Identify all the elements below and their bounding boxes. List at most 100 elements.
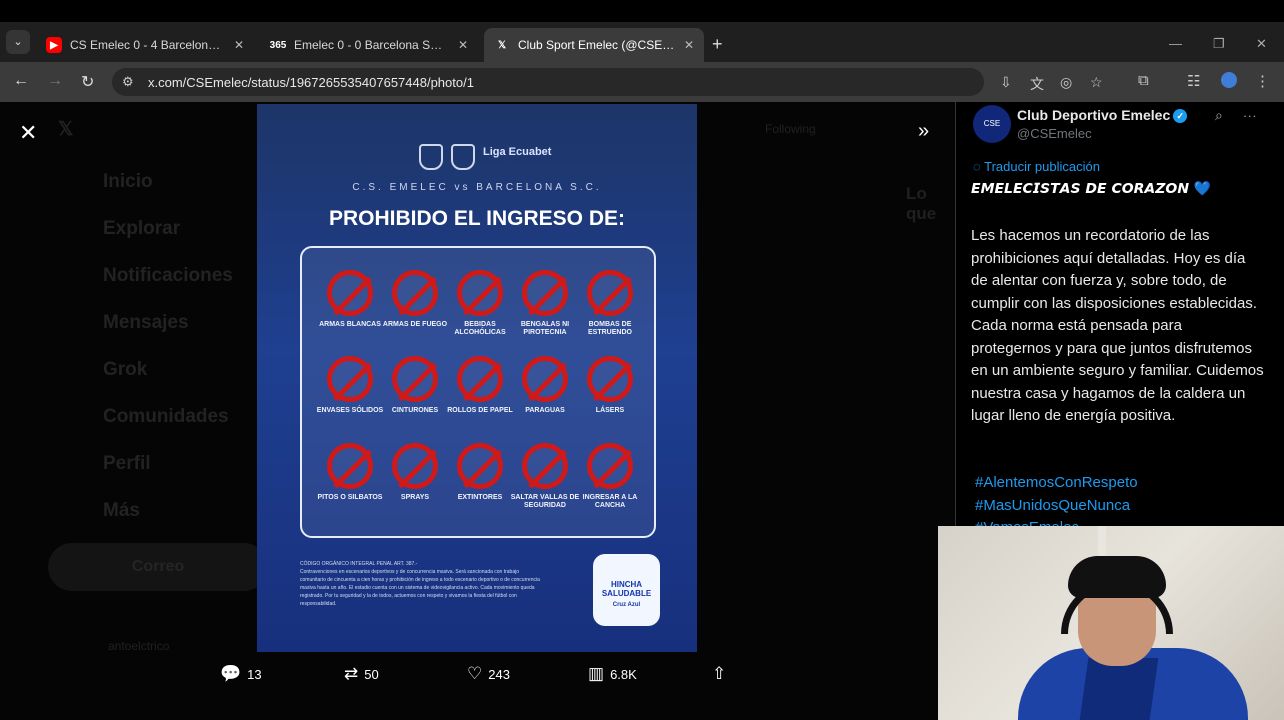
extinguisher-prohibited-icon xyxy=(457,443,503,489)
reading-list-icon[interactable]: ☷ xyxy=(1187,72,1200,90)
browser-window: ⌄ ▶ CS Emelec 0 - 4 Barcelona SC / ✕ 365… xyxy=(0,0,1284,720)
url-text: x.com/CSEmelec/status/196726553540765744… xyxy=(148,75,474,90)
nav-home: Inicio xyxy=(103,171,153,192)
jersey-stripe xyxy=(1079,658,1159,720)
liga-logo: Liga Ecuabet xyxy=(483,146,552,158)
restore-icon[interactable]: ❐ xyxy=(1213,36,1225,52)
address-bar[interactable]: ⚙ x.com/CSEmelec/status/1967265535407657… xyxy=(112,68,1103,96)
browser-menu-icon[interactable]: ⋮ xyxy=(1255,72,1270,90)
emelec-crest-icon xyxy=(419,144,443,170)
tab-search-button[interactable]: ⌄ xyxy=(6,30,30,54)
reload-icon[interactable]: ↻ xyxy=(81,72,94,92)
media-viewer: 𝕏 Inicio Explorar Notificaciones Mensaje… xyxy=(0,102,1284,720)
nav-communities: Comunidades xyxy=(103,406,229,427)
youtube-icon: ▶ xyxy=(46,37,62,53)
gun-prohibited-icon xyxy=(392,270,438,316)
close-tab-icon[interactable]: ✕ xyxy=(684,38,694,52)
extensions-icon[interactable]: ⧉ xyxy=(1138,72,1149,89)
prohibited-item: LÁSERS xyxy=(572,356,648,415)
legal-title: CÓDIGO ORGÁNICO INTEGRAL PENAL ART. 387.… xyxy=(300,561,418,567)
tab-scoreboard[interactable]: 365 Emelec 0 - 0 Barcelona SC (14/ ✕ xyxy=(260,28,478,62)
nav-more: Más xyxy=(103,500,140,521)
views-button[interactable]: ▥ 6.8K xyxy=(588,664,637,684)
blue-heart-emoji: 💙 xyxy=(1193,181,1212,197)
new-tab-plus-icon[interactable]: + xyxy=(712,34,723,55)
hashtag-link[interactable]: #AlentemosConRespeto xyxy=(975,472,1138,495)
site-info-icon[interactable]: ⚙ xyxy=(122,74,134,90)
minimize-icon[interactable]: — xyxy=(1169,36,1182,51)
translate-page-icon[interactable]: 文 xyxy=(1030,74,1044,94)
laser-prohibited-icon xyxy=(587,356,633,402)
tab-youtube[interactable]: ▶ CS Emelec 0 - 4 Barcelona SC / ✕ xyxy=(36,28,254,62)
container-prohibited-icon xyxy=(327,356,373,402)
fence-prohibited-icon xyxy=(522,443,568,489)
umbrella-prohibited-icon xyxy=(522,356,568,402)
reply-button[interactable]: 💬 13 xyxy=(220,664,262,684)
club-avatar[interactable]: CSE xyxy=(973,105,1011,143)
tab-x-post[interactable]: 𝕏 Club Sport Emelec (@CSEmelec ✕ xyxy=(484,28,704,62)
nav-grok: Grok xyxy=(103,359,148,380)
barcelona-crest-icon xyxy=(451,144,475,170)
poster-title: PROHIBIDO EL INGRESO DE: xyxy=(329,207,625,230)
tab-strip: ⌄ ▶ CS Emelec 0 - 4 Barcelona SC / ✕ 365… xyxy=(0,22,1284,62)
poster-legal-text: CÓDIGO ORGÁNICO INTEGRAL PENAL ART. 387.… xyxy=(300,560,545,608)
post-menu-icons[interactable]: ⌕ ⋯ xyxy=(1215,107,1265,124)
translate-post-link[interactable]: ◌ Traducir publicación xyxy=(973,159,1100,174)
verified-badge-icon: ✓ xyxy=(1173,109,1188,123)
post-actions: 💬 13 ⇄ 50 ♡ 243 ▥ 6.8K ⇧ xyxy=(220,664,740,692)
x-icon: 𝕏 xyxy=(497,39,507,51)
prohibited-item: INGRESAR A LA CANCHA xyxy=(572,443,648,510)
profile-avatar[interactable] xyxy=(1221,72,1237,88)
post-body: Les hacemos un recordatorio de las prohi… xyxy=(971,227,1264,424)
x-logo-icon: 𝕏 xyxy=(58,119,74,140)
close-viewer-icon[interactable]: ✕ xyxy=(19,120,37,146)
account-name: antoelctrico xyxy=(108,639,170,653)
like-button[interactable]: ♡ 243 xyxy=(467,664,510,684)
field-prohibited-icon xyxy=(587,443,633,489)
tab-label: Club Sport Emelec (@CSEmelec xyxy=(518,38,676,52)
tab-label: Emelec 0 - 0 Barcelona SC (14/ xyxy=(294,38,450,52)
share-button[interactable]: ⇧ xyxy=(712,664,726,684)
compose-button: Correo xyxy=(48,543,268,591)
heart-icon: ♡ xyxy=(467,664,483,683)
tab-label: CS Emelec 0 - 4 Barcelona SC / xyxy=(70,38,226,52)
account-handle[interactable]: @CSEmelec xyxy=(1017,126,1092,141)
bomb-prohibited-icon xyxy=(587,270,633,316)
window-close-icon[interactable]: ✕ xyxy=(1256,36,1267,52)
following-button: Following xyxy=(765,122,816,136)
scoreboard-icon: 365 xyxy=(269,39,287,51)
poster-match: C.S. EMELEC vs BARCELONA S.C. xyxy=(352,182,602,193)
poster-logos: Liga Ecuabet xyxy=(419,144,551,170)
browser-toolbar: ← → ↻ ⚙ x.com/CSEmelec/status/1967265535… xyxy=(0,62,1284,102)
close-tab-icon[interactable]: ✕ xyxy=(234,38,244,52)
post-heading: 𝙀𝙈𝙀𝙇𝙀𝘾𝙄𝙎𝙏𝘼𝙎 𝘿𝙀 𝘾𝙊𝙍𝘼𝙕𝙊𝙉 💙 xyxy=(971,181,1212,197)
repost-button[interactable]: ⇄ 50 xyxy=(344,664,379,684)
trending-title: Lo que xyxy=(906,184,937,223)
prohibition-poster[interactable]: Liga Ecuabet C.S. EMELEC vs BARCELONA S.… xyxy=(257,104,697,652)
prohibited-item: BOMBAS DE ESTRUENDO xyxy=(572,270,648,337)
views-chart-icon: ▥ xyxy=(588,664,605,683)
expand-panel-icon[interactable]: » xyxy=(918,120,929,143)
hincha-sponsor: Cruz Azul xyxy=(612,602,641,608)
reply-icon: 💬 xyxy=(220,664,242,683)
nav-explore: Explorar xyxy=(103,218,181,239)
share-icon: ⇧ xyxy=(712,664,727,683)
prohibited-items-panel: ARMAS BLANCAS ARMAS DE FUEGO BEBIDAS ALC… xyxy=(300,246,656,538)
top-black-bar xyxy=(0,0,1284,22)
bookmark-star-icon[interactable]: ☆ xyxy=(1090,74,1103,91)
hashtag-link[interactable]: #MasUnidosQueNunca xyxy=(975,495,1138,518)
tracking-protection-icon[interactable]: ◎ xyxy=(1060,74,1072,91)
install-app-icon[interactable]: ⇩ xyxy=(1000,74,1012,91)
paper-roll-prohibited-icon xyxy=(457,356,503,402)
nav-profile: Perfil xyxy=(103,453,151,474)
bottle-prohibited-icon xyxy=(457,270,503,316)
back-icon[interactable]: ← xyxy=(13,72,29,90)
hincha-saludable-badge: HINCHA SALUDABLE Cruz Azul xyxy=(593,554,660,626)
nav-notifications: Notificaciones xyxy=(103,265,233,286)
display-name[interactable]: Club Deportivo Emelec ✓ xyxy=(1017,107,1188,123)
hincha-title: HINCHA SALUDABLE xyxy=(601,580,652,598)
close-tab-icon[interactable]: ✕ xyxy=(458,38,468,52)
forward-icon[interactable]: → xyxy=(47,72,63,90)
legal-body: Contravenciones en escenarios deportivos… xyxy=(300,569,540,607)
flare-prohibited-icon xyxy=(522,270,568,316)
